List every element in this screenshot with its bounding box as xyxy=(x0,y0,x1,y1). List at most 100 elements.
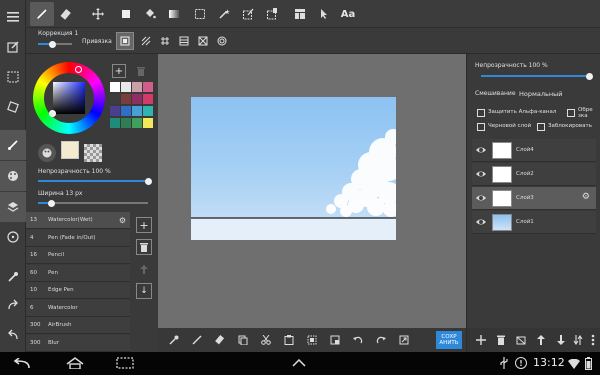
color-swatch[interactable] xyxy=(121,106,131,116)
color-swatch[interactable] xyxy=(143,106,153,116)
select-rect-icon[interactable] xyxy=(188,2,212,26)
snap-circle-icon[interactable] xyxy=(213,32,231,50)
select-pen-icon[interactable] xyxy=(236,2,260,26)
redo-icon[interactable] xyxy=(373,332,389,348)
color-swatch[interactable] xyxy=(132,118,142,128)
magic-wand-icon[interactable] xyxy=(212,2,236,26)
paste-icon[interactable] xyxy=(281,332,297,348)
clear-layer-icon[interactable] xyxy=(513,332,529,348)
move-layer-up-icon[interactable] xyxy=(533,332,549,348)
layer-item[interactable]: Слой3 ⚙ xyxy=(472,187,596,210)
back-icon[interactable] xyxy=(10,356,32,370)
snap-lines-icon[interactable] xyxy=(175,32,193,50)
cursor-icon[interactable] xyxy=(312,2,336,26)
save-button[interactable]: СОХР АНИТЬ xyxy=(436,331,462,349)
home-icon[interactable] xyxy=(64,356,86,370)
add-layer-icon[interactable] xyxy=(473,332,489,348)
clip-checkbox[interactable] xyxy=(567,109,575,117)
brush-item[interactable]: 60 Pen xyxy=(26,264,130,282)
move-layer-down-icon[interactable] xyxy=(553,332,569,348)
color-swatch[interactable] xyxy=(143,82,153,92)
correction-slider-knob[interactable] xyxy=(49,40,56,48)
color-swatch[interactable] xyxy=(110,82,120,92)
copy-icon[interactable] xyxy=(235,332,251,348)
recent-apps-icon[interactable] xyxy=(114,356,136,370)
snap-cross-icon[interactable] xyxy=(156,32,174,50)
color-swatch[interactable] xyxy=(121,118,131,128)
layer-item[interactable]: Слой2 xyxy=(472,163,596,186)
delete-color-icon[interactable] xyxy=(136,66,146,76)
color-swatch[interactable] xyxy=(132,106,142,116)
color-swatch[interactable] xyxy=(121,94,131,104)
fullscreen-icon[interactable] xyxy=(396,332,412,348)
fill-rect-icon[interactable] xyxy=(114,2,138,26)
color-swatch[interactable] xyxy=(143,94,153,104)
add-color-button[interactable]: + xyxy=(112,64,126,78)
color-picker[interactable] xyxy=(49,110,56,117)
info-icon[interactable] xyxy=(0,222,26,252)
brush-item[interactable]: 4 Pen (Fade in/Out) xyxy=(26,229,130,247)
brush-item[interactable]: 300 AirBrush xyxy=(26,317,130,334)
add-brush-button[interactable]: + xyxy=(136,217,152,233)
color-swatch[interactable] xyxy=(132,94,142,104)
layer-opacity-slider[interactable] xyxy=(481,72,593,80)
visibility-eye-icon[interactable] xyxy=(476,217,486,227)
eraser-icon[interactable] xyxy=(54,2,78,26)
quick-eraser-icon[interactable] xyxy=(212,332,228,348)
lock-layer-checkbox[interactable] xyxy=(537,123,545,131)
color-swatch[interactable] xyxy=(110,106,120,116)
layer-opacity-knob[interactable] xyxy=(585,72,593,80)
drawing-canvas[interactable] xyxy=(191,97,396,240)
brush-settings-icon[interactable]: ⚙ xyxy=(119,216,126,225)
eyedropper-tool-icon[interactable] xyxy=(166,332,182,348)
brush-opacity-slider[interactable] xyxy=(38,177,152,185)
undo-icon[interactable] xyxy=(350,332,366,348)
brush-tool-icon[interactable] xyxy=(0,130,26,160)
transform-icon[interactable] xyxy=(327,332,343,348)
color-swatch[interactable] xyxy=(143,118,153,128)
draft-layer-checkbox[interactable] xyxy=(477,123,485,131)
more-options-icon[interactable] xyxy=(587,332,599,348)
brush-opacity-knob[interactable] xyxy=(144,177,152,185)
layers-icon[interactable] xyxy=(0,192,26,222)
menu-icon[interactable] xyxy=(0,2,26,32)
snap-off-icon[interactable] xyxy=(116,32,134,50)
move-icon[interactable] xyxy=(86,2,110,26)
move-brush-down-button[interactable]: ↓ xyxy=(136,283,152,299)
share-icon[interactable] xyxy=(0,290,26,320)
snap-radial-icon[interactable] xyxy=(194,32,212,50)
layer-item[interactable]: Слой1 xyxy=(472,211,596,234)
blend-mode-select[interactable]: Нормальный xyxy=(519,90,562,98)
bucket-icon[interactable] xyxy=(138,2,162,26)
layer-item[interactable]: Слой4 xyxy=(472,139,596,162)
correction-slider[interactable] xyxy=(38,40,72,48)
deselect-icon[interactable] xyxy=(304,332,320,348)
edit-canvas-icon[interactable] xyxy=(0,32,26,62)
text-tool-icon[interactable]: Aa xyxy=(336,2,360,26)
move-brush-up-icon[interactable] xyxy=(136,261,152,277)
select-eraser-icon[interactable] xyxy=(260,2,284,26)
brush-item[interactable]: 300 Blur xyxy=(26,334,130,352)
color-swatch[interactable] xyxy=(110,94,120,104)
quick-pen-icon[interactable] xyxy=(189,332,205,348)
layer-settings-icon[interactable]: ⚙ xyxy=(582,192,590,202)
protect-alpha-checkbox[interactable] xyxy=(477,109,485,117)
rotate-canvas-icon[interactable] xyxy=(0,92,26,122)
palette-mode-icon[interactable] xyxy=(38,144,56,162)
frame-divider-icon[interactable] xyxy=(288,2,312,26)
undo-back-icon[interactable] xyxy=(0,320,26,350)
hue-picker[interactable] xyxy=(75,66,82,73)
brush-width-knob[interactable] xyxy=(47,199,55,207)
canvas-area[interactable] xyxy=(158,54,466,328)
visibility-eye-icon[interactable] xyxy=(476,169,486,179)
selection-icon[interactable] xyxy=(0,62,26,92)
gradient-icon[interactable] xyxy=(162,2,186,26)
transparent-color[interactable] xyxy=(84,144,102,162)
delete-layer-icon[interactable] xyxy=(493,332,509,348)
saturation-value-square[interactable] xyxy=(53,82,85,114)
brush-item[interactable]: 13 Watercolor(Wet) ⚙ xyxy=(26,212,130,229)
visibility-eye-icon[interactable] xyxy=(476,193,486,203)
color-swatch[interactable] xyxy=(110,118,120,128)
color-swatch[interactable] xyxy=(121,82,131,92)
brush-item[interactable]: 6 Watercolor xyxy=(26,299,130,317)
